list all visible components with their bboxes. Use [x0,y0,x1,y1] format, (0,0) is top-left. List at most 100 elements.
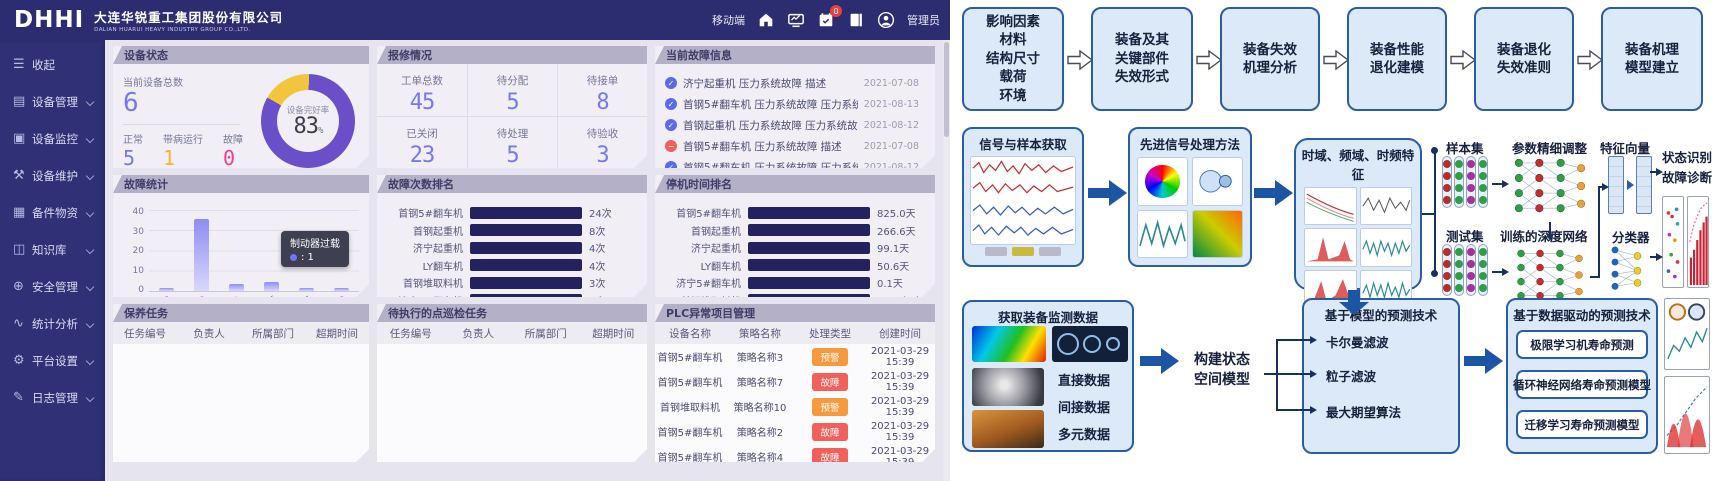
test-set-matrix [1442,244,1488,296]
home-icon[interactable] [757,11,775,29]
panel-title: 当前故障信息 [655,46,935,64]
flow-box-failure-criterion: 装备退化失效准则 [1474,7,1574,111]
monitor-chart-icon[interactable] [787,11,805,29]
flow-arrow-icon [1577,49,1603,71]
sidebar-item-equipment-monitoring[interactable]: ▣ 设备监控 [0,120,105,157]
chart-tooltip: 制动器过载 : 1 [281,231,349,267]
dashboard-content: 设备状态 当前设备总数 6 正常 5 带病运行 1 [105,40,943,481]
fault-list-item[interactable]: 首钢起重机 压力系统故障 压力系统故障2021-08-12 [665,116,925,135]
panel-title: 保养任务 [113,304,369,322]
scrollbar[interactable] [943,40,950,481]
flow-box-signal-processing: 先进信号处理方法 [1128,127,1252,267]
dashboard-app: DHHI 大连华锐重工集团股份有限公司 DALIAN HUARUI HEAVY … [0,0,950,481]
chevron-down-icon [86,393,94,401]
stat-fault: 故障 0 [223,131,243,168]
sidebar: ☰ 收起 ▤ 设备管理 ▣ 设备监控 ⚒ 设备维护 ▦ 备件物资 ◫ 知识库 ⊕… [0,40,105,481]
accuracy-bars-thumbnail [1687,196,1709,288]
panel-title: 报修情况 [377,46,647,64]
sidebar-item-equipment-management[interactable]: ▤ 设备管理 [0,83,105,120]
connector-line [1264,373,1276,375]
status-ok-icon [665,77,677,89]
panel-title: 停机时间排名 [655,175,935,193]
table-row[interactable]: 首钢5#翻车机策略名称7故障2021-03-29 15:39 [655,369,935,394]
sidebar-item-log-management[interactable]: ✎ 日志管理 [0,379,105,416]
bearing-parts-image [1052,326,1128,362]
ranking-row: 济宁5#翻车机0.1天 [667,276,923,290]
processing-thumbnail [1192,157,1243,206]
repair-cell: 已关闭23 [377,116,467,169]
sidebar-item-platform-settings[interactable]: ⚙ 平台设置 [0,342,105,379]
rnn-prediction-box: 循环神经网络寿命预测模型 [1516,370,1648,399]
arrow-head [1502,268,1509,276]
scrollbar-thumb[interactable] [944,42,949,137]
company-name-en: DALIAN HUARUI HEAVY INDUSTRY GROUP CO.,L… [94,27,283,33]
panel-title: 待执行的点巡检任务 [377,304,647,322]
document-icon[interactable] [847,11,865,29]
bar [299,288,314,291]
machinery-photo [972,410,1044,448]
series-dot [290,254,297,261]
ranking-row: 首钢起重机8次 [389,223,635,237]
fault-list-item[interactable]: 首钢5#翻车机 压力系统故障 压力系统...2021-08-12 [665,158,925,168]
fault-list-item[interactable]: 首钢5#翻车机 压力系统故障 描述2021-07-08 [665,137,925,156]
repair-cell: 待分配5 [467,64,557,116]
arrow-head [1546,234,1554,241]
divider [123,124,240,125]
calendar-tasks-button[interactable]: 0 [817,11,835,29]
repair-cell: 待验收3 [557,116,647,169]
chevron-down-icon [86,356,94,364]
parts-icon: ▦ [13,205,32,220]
panel-plc-exceptions: PLC异常项目管理 设备名称策略名称处理类型创建时间 首钢5#翻车机策略名称3预… [655,304,935,462]
bar [264,282,279,291]
sidebar-item-knowledge-base[interactable]: ◫ 知识库 [0,231,105,268]
sidebar-item-spare-parts[interactable]: ▦ 备件物资 [0,194,105,231]
gear-icon: ⚙ [13,353,32,368]
connector-line [1492,271,1502,273]
dhhi-logo: DHHI [14,7,84,33]
fea-contour-image [972,326,1046,362]
mobile-link[interactable]: 移动端 [712,12,745,28]
panel-fault-count-ranking: 故障次数排名 首钢5#翻车机24次 首钢起重机8次 济宁起重机4次 LY翻车机4… [377,175,647,297]
tools-icon: ⚒ [13,168,32,183]
status-ok-icon [665,98,677,110]
sidebar-item-safety-management[interactable]: ⊕ 安全管理 [0,268,105,305]
bar [334,288,349,291]
ranking-row: 首钢堆取料机3次 [389,276,635,290]
status-error-icon [665,140,677,152]
equipment-icon: ▤ [13,94,32,109]
table-row[interactable]: 首钢堆取料机策略名称10预警2021-03-29 15:39 [655,394,935,419]
gear-photo [972,368,1044,406]
connector-line [1276,373,1310,375]
neural-network-diagram [1510,154,1590,218]
classifier-network-diagram [1606,243,1650,295]
processing-thumbnail [1137,157,1188,206]
table-row[interactable]: 首钢5#翻车机策略名称4故障2021-03-29 15:39 [655,444,935,462]
user-avatar-icon[interactable] [877,11,895,29]
elm-prediction-box: 极限学习机寿命预测 [1516,330,1648,359]
ranking-row: 济宁起重机4次 [389,241,635,255]
flow-box-failure-forms: 装备及其关键部件失效形式 [1091,7,1193,111]
sidebar-item-equipment-maintenance[interactable]: ⚒ 设备维护 [0,157,105,194]
flow-box-signal-acquisition: 信号与样本获取 [962,127,1084,267]
user-name[interactable]: 管理员 [907,12,940,28]
ranking-row: 首钢5#翻车机24次 [389,206,635,220]
table-row[interactable]: 首钢5#翻车机策略名称3预警2021-03-29 15:39 [655,344,935,369]
ranking-row: 首钢起重机266.6天 [667,223,923,237]
panel-device-status: 设备状态 当前设备总数 6 正常 5 带病运行 1 [113,46,369,168]
bar [229,284,244,291]
feature-vector-matrix [1636,156,1652,214]
panel-maintenance-tasks: 保养任务 任务编号负责人所属部门超期时间 [113,304,369,462]
arrow-head [1627,180,1634,190]
flow-arrow-icon [1464,346,1504,376]
methodology-flowchart: 影响因素材料结构尺寸载荷环境 装备及其关键部件失效形式 装备失效机理分析 装备性… [950,0,1713,481]
fault-list-item[interactable]: 济宁起重机 压力系统故障 描述2021-07-08 [665,74,925,93]
table-row[interactable]: 首钢5#翻车机策略名称2故障2021-03-29 15:39 [655,419,935,444]
arrow-head [1310,336,1317,344]
sidebar-collapse-button[interactable]: ☰ 收起 [0,46,105,83]
flow-arrow-icon [1088,178,1128,208]
flow-arrow-icon [1067,49,1093,71]
connector-line [1434,150,1436,274]
fault-list-item[interactable]: 首钢5#翻车机 压力系统故障 压力系统...2021-08-13 [665,95,925,114]
chevron-down-icon [86,134,94,142]
sidebar-item-statistics[interactable]: ∿ 统计分析 [0,305,105,342]
